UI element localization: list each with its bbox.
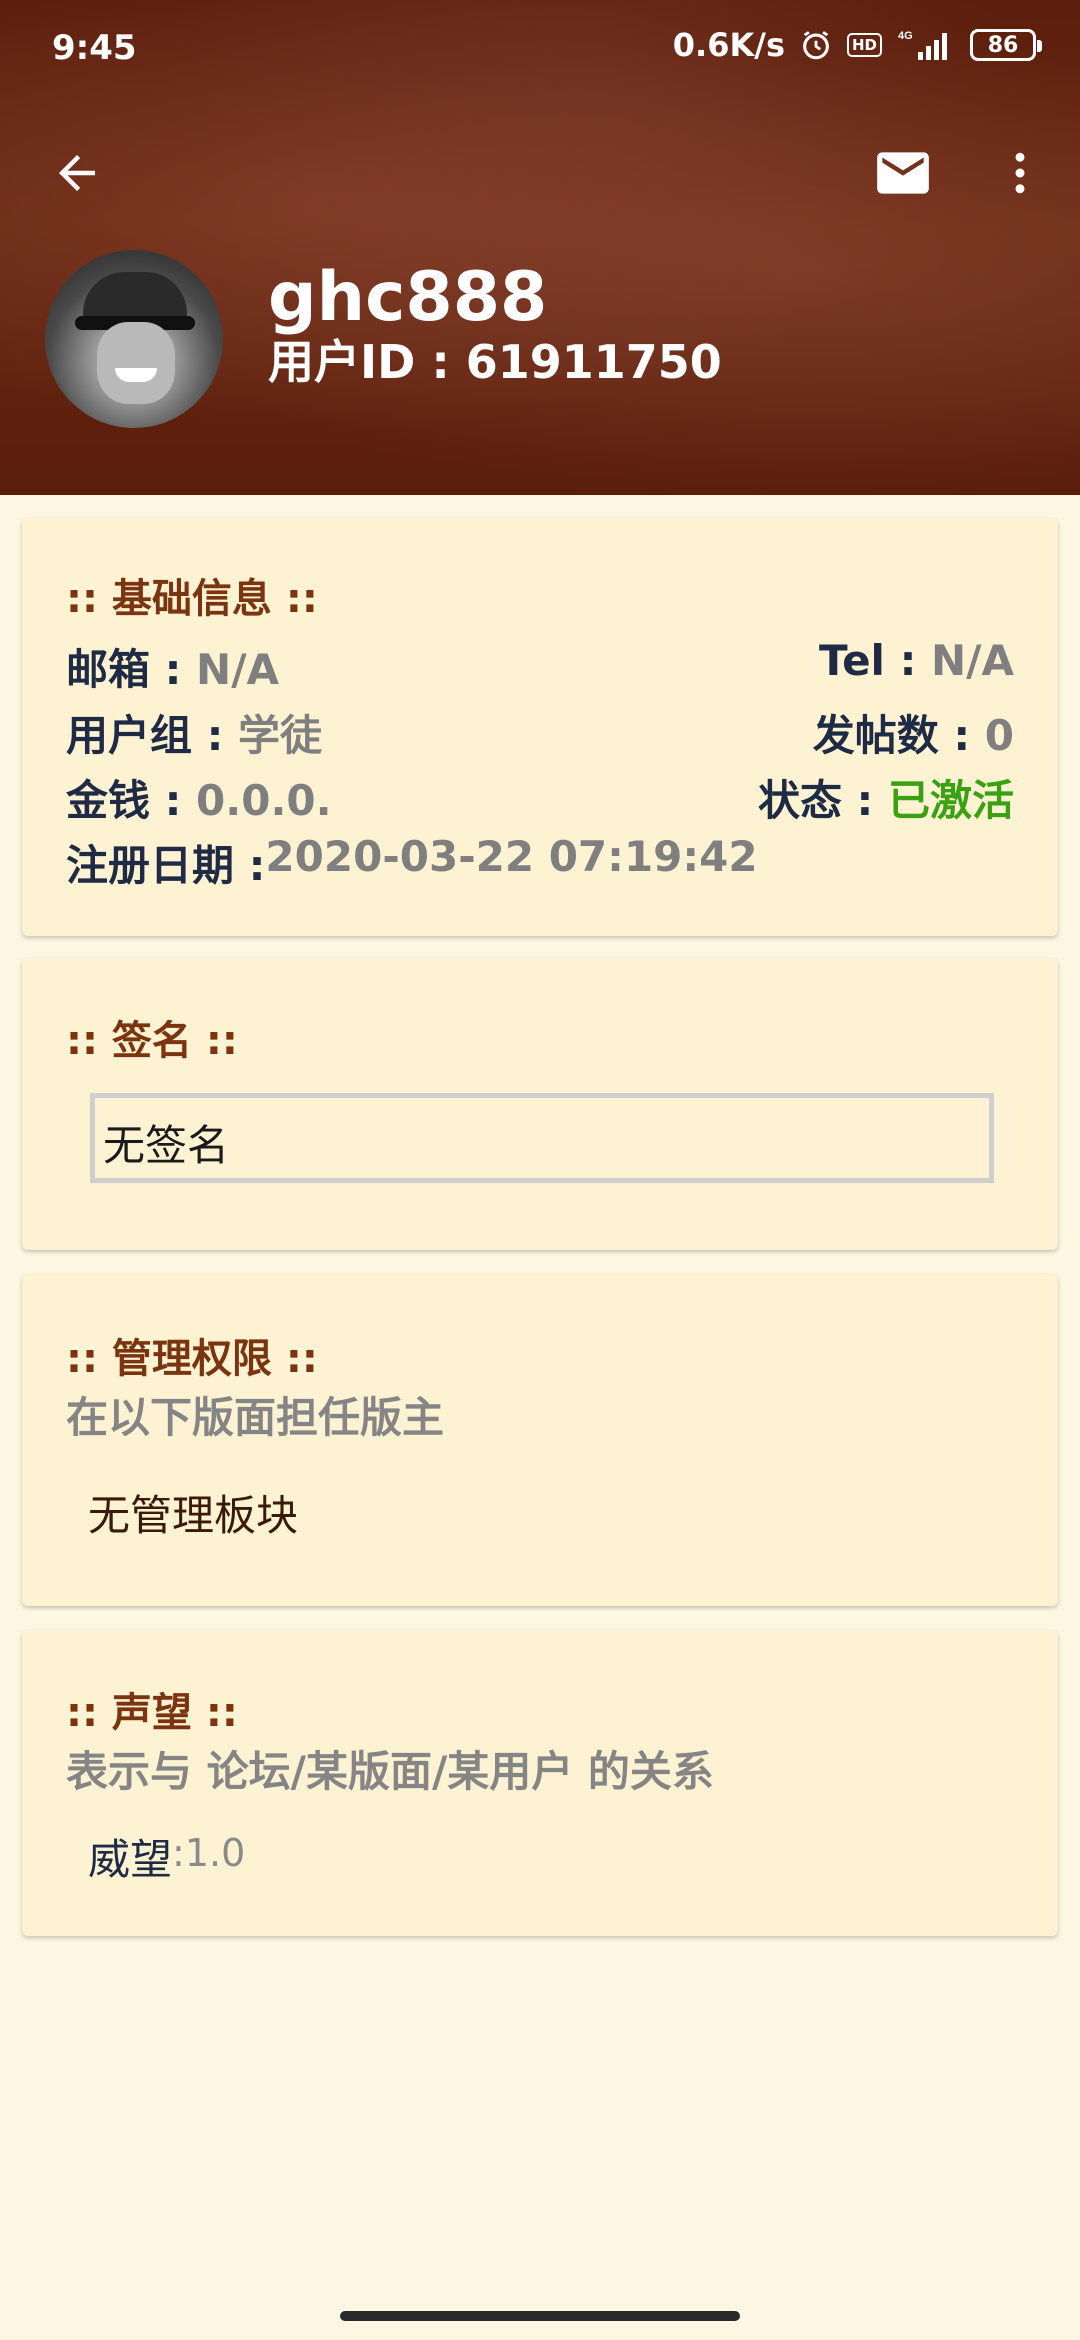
mail-icon (877, 152, 929, 194)
status-value: 已激活 (887, 776, 1014, 825)
reputation-title: :: 声望 :: (66, 1690, 238, 1736)
signature-box: 无签名 (90, 1093, 994, 1183)
basic-info-title: :: 基础信息 :: (66, 576, 318, 622)
home-indicator[interactable] (340, 2311, 740, 2321)
email-value: N/A (196, 645, 280, 694)
admin-value: 无管理板块 (88, 1491, 299, 1540)
money-label: 金钱 : (66, 776, 197, 825)
reputation-label: 威望 (88, 1835, 173, 1884)
group-posts-row: 用户组 : 学徒 发帖数 : 0 (66, 702, 1014, 763)
group-label: 用户组 : (66, 711, 239, 760)
posts-value: 0 (984, 711, 1014, 760)
reg-date-row: 注册日期 : 2020-03-22 07:19:42 (66, 832, 1014, 893)
message-button[interactable] (858, 128, 948, 218)
back-button[interactable] (32, 128, 122, 218)
signature-title: :: 签名 :: (66, 1018, 238, 1064)
signal-icon: 4G (896, 28, 956, 62)
group-value: 学徒 (238, 711, 323, 760)
hd-icon: HD (846, 33, 882, 57)
email-tel-row: 邮箱 : N/A Tel : N/A (66, 636, 1014, 697)
network-speed: 0.6K/s (672, 26, 785, 64)
reputation-row: 威望:1.0 (88, 1826, 245, 1887)
money-value: 0.0.0. (196, 776, 332, 825)
reputation-card: :: 声望 :: 表示与 论坛/某版面/某用户 的关系 威望:1.0 (22, 1630, 1058, 1936)
tel-value: N/A (931, 636, 1014, 685)
basic-info-card: :: 基础信息 :: 邮箱 : N/A Tel : N/A 用户组 : 学徒 发… (22, 518, 1058, 936)
svg-text:4G: 4G (898, 30, 913, 42)
status-time: 9:45 (52, 28, 137, 68)
battery-icon: 86 (970, 29, 1042, 61)
reg-date-value: 2020-03-22 07:19:42 (265, 832, 758, 881)
alarm-icon (799, 28, 833, 62)
more-options-button[interactable] (975, 128, 1065, 218)
user-avatar[interactable] (45, 250, 223, 428)
status-icons: 0.6K/s HD 4G 86 (672, 26, 1042, 64)
more-vert-icon (1015, 152, 1025, 194)
reg-date-label: 注册日期 : (66, 841, 266, 890)
admin-title: :: 管理权限 :: (66, 1336, 318, 1382)
status-bar: 9:45 0.6K/s HD 4G 86 (0, 0, 1080, 100)
user-id: 用户ID : 61911750 (268, 335, 722, 389)
money-status-row: 金钱 : 0.0.0. 状态 : 已激活 (66, 767, 1014, 828)
email-label: 邮箱 : (66, 645, 197, 694)
admin-card: :: 管理权限 :: 在以下版面担任版主 无管理板块 (22, 1274, 1058, 1606)
reputation-value: :1.0 (172, 1831, 246, 1875)
tel-label: Tel : (819, 636, 931, 685)
profile-header: 9:45 0.6K/s HD 4G 86 ghc888 用户ID: 61911… (0, 0, 1080, 495)
reputation-subtitle: 表示与 论坛/某版面/某用户 的关系 (66, 1747, 714, 1796)
posts-label: 发帖数 : (812, 711, 985, 760)
status-label: 状态 : (757, 776, 888, 825)
signature-card: :: 签名 :: 无签名 (22, 958, 1058, 1250)
arrow-back-icon (59, 155, 95, 191)
admin-subtitle: 在以下版面担任版主 (66, 1393, 445, 1442)
